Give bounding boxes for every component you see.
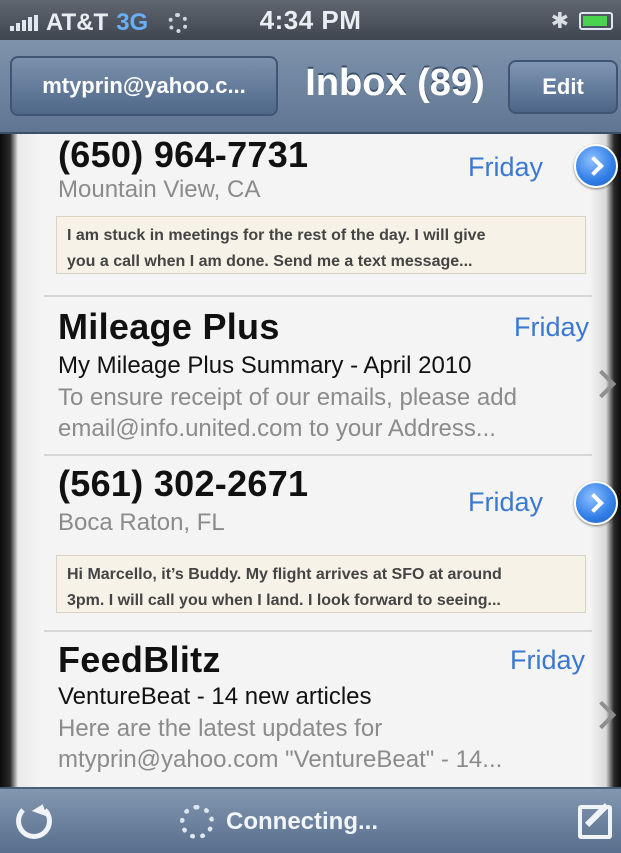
message-snippet: I am stuck in meetings for the rest of t… (56, 216, 586, 274)
bluetooth-icon: ✱ (550, 8, 569, 33)
connecting-spinner-icon (180, 805, 214, 839)
battery-charging-icon (579, 12, 613, 30)
edit-button-label: Edit (542, 74, 584, 99)
message-subject: My Mileage Plus Summary - April 2010 (58, 352, 472, 379)
bottom-toolbar: Connecting... (0, 787, 621, 853)
preview-line: mtyprin@yahoo.com "VentureBeat" - 14... (58, 746, 503, 773)
message-date: Friday (468, 487, 544, 517)
sender-name: Mileage Plus (58, 306, 280, 347)
divider (44, 630, 592, 632)
back-button-label: mtyprin@yahoo.c... (42, 73, 246, 98)
status-bar: AT&T 3G 4:34 PM ✱ (0, 0, 621, 40)
message-preview: Here are the latest updates for mtyprin@… (58, 713, 502, 775)
sender-name: (650) 964-7731 (58, 134, 309, 175)
preview-line: Here are the latest updates for (58, 715, 383, 742)
page-title: Inbox (89) (305, 62, 485, 104)
message-date: Friday (510, 645, 586, 675)
compose-icon[interactable] (578, 805, 612, 839)
message-date: Friday (514, 312, 590, 342)
sender-name: (561) 302-2671 (58, 463, 309, 504)
message-preview: To ensure receipt of our emails, please … (58, 382, 517, 444)
list-item[interactable]: (561) 302-2671 Boca Raton, FL Friday Hi … (44, 457, 618, 617)
preview-line: email@info.united.com to your Address... (58, 415, 496, 442)
list-item[interactable]: Mileage Plus Friday My Mileage Plus Summ… (44, 298, 617, 452)
mail-app-screen: AT&T 3G 4:34 PM ✱ mtyprin@yahoo.c... Inb… (0, 0, 621, 853)
list-item[interactable]: (650) 964-7731 Mountain View, CA Friday … (44, 132, 618, 292)
back-to-account-button[interactable]: mtyprin@yahoo.c... (10, 56, 278, 116)
navigation-bar: mtyprin@yahoo.c... Inbox (89) Edit (0, 40, 621, 134)
sender-location: Boca Raton, FL (58, 509, 225, 536)
snippet-line: Hi Marcello, it’s Buddy. My flight arriv… (67, 566, 502, 583)
list-item[interactable]: FeedBlitz Friday VentureBeat - 14 new ar… (44, 633, 617, 787)
chevron-right-icon (587, 369, 617, 399)
refresh-icon[interactable] (16, 803, 52, 839)
message-list: (650) 964-7731 Mountain View, CA Friday … (0, 132, 621, 787)
detail-disclosure-icon[interactable] (574, 144, 618, 188)
connection-status-text: Connecting... (226, 808, 378, 835)
message-snippet: Hi Marcello, it’s Buddy. My flight arriv… (56, 555, 586, 613)
snippet-line: 3pm. I will call you when I land. I look… (67, 592, 501, 609)
divider (44, 454, 592, 456)
message-date: Friday (468, 152, 544, 182)
detail-disclosure-icon[interactable] (574, 481, 618, 525)
chevron-right-icon (587, 700, 617, 730)
edit-button[interactable]: Edit (508, 60, 618, 114)
snippet-line: I am stuck in meetings for the rest of t… (67, 227, 486, 244)
message-subject: VentureBeat - 14 new articles (58, 683, 372, 710)
sender-location: Mountain View, CA (58, 176, 261, 203)
status-time: 4:34 PM (259, 5, 362, 35)
divider (44, 295, 592, 297)
sender-name: FeedBlitz (58, 639, 221, 680)
preview-line: To ensure receipt of our emails, please … (58, 384, 517, 411)
connection-status: Connecting... (180, 805, 378, 839)
status-right: ✱ (551, 8, 613, 34)
snippet-line: you a call when I am done. Send me a tex… (67, 253, 473, 270)
